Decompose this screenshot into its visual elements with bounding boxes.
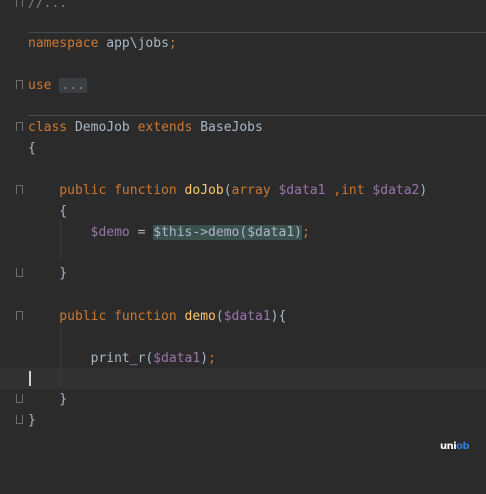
- code-token: ->: [192, 225, 209, 240]
- code-token: use: [28, 78, 60, 93]
- code-text: }: [28, 410, 36, 431]
- code-text: public function doJob(array $data1 ,int …: [28, 180, 427, 201]
- code-token: public function: [28, 309, 185, 324]
- code-text: print_r($data1);: [28, 348, 216, 369]
- code-line[interactable]: $demo = $this->demo($data1);: [0, 222, 486, 243]
- code-token: ): [419, 183, 428, 198]
- code-line[interactable]: }: [0, 263, 486, 284]
- code-text: $demo = $this->demo($data1);: [28, 222, 310, 243]
- code-token: (: [239, 225, 248, 240]
- fold-toggle-icon[interactable]: [16, 311, 23, 320]
- code-token: =: [129, 225, 154, 240]
- code-text: class DemoJob extends BaseJobs: [28, 117, 263, 138]
- code-line[interactable]: print_r($data1);: [0, 348, 486, 369]
- code-token: $data2: [372, 183, 420, 198]
- code-token: array: [231, 183, 279, 198]
- code-token: ;: [168, 36, 177, 51]
- code-line[interactable]: //...: [0, 0, 486, 14]
- code-token: $data1: [153, 351, 201, 366]
- code-line[interactable]: class DemoJob extends BaseJobs: [0, 117, 486, 138]
- fold-toggle-icon[interactable]: [16, 80, 23, 89]
- text-caret: [29, 371, 31, 386]
- code-editor[interactable]: //... namespace app\jobs; use ... class …: [0, 0, 486, 481]
- fold-toggle-icon[interactable]: [16, 415, 23, 424]
- code-line[interactable]: {: [0, 138, 486, 159]
- code-token: $data1: [247, 225, 295, 240]
- code-token: }: [28, 266, 68, 281]
- fold-toggle-icon[interactable]: [16, 268, 23, 277]
- code-token: ;: [208, 351, 216, 366]
- code-token: ){: [270, 309, 287, 324]
- code-text: public function demo($data1){: [28, 306, 286, 327]
- code-line[interactable]: namespace app\jobs;: [0, 33, 486, 54]
- code-token: demo: [184, 309, 216, 324]
- code-line[interactable]: }: [0, 389, 486, 410]
- code-text: {: [28, 201, 67, 222]
- current-line-highlight: [0, 368, 486, 389]
- fold-toggle-icon[interactable]: [16, 185, 23, 194]
- watermark-logo: uniob: [440, 441, 470, 452]
- code-token: ): [200, 351, 209, 366]
- code-text: use ...: [28, 75, 87, 96]
- watermark-text: uni: [440, 441, 457, 452]
- code-token: namespace: [28, 36, 107, 51]
- code-token: app\jobs: [106, 36, 169, 51]
- fold-toggle-icon[interactable]: [16, 394, 23, 403]
- code-token: $demo: [90, 225, 130, 240]
- watermark-accent: ob: [456, 441, 470, 452]
- code-token: (: [223, 183, 232, 198]
- code-line[interactable]: }: [0, 410, 486, 431]
- code-token: ...: [59, 78, 87, 93]
- code-token: }: [28, 413, 36, 428]
- code-token: BaseJobs: [200, 120, 263, 135]
- code-line[interactable]: {: [0, 201, 486, 222]
- code-token: $data1: [223, 309, 271, 324]
- code-token: ,int: [333, 183, 373, 198]
- code-text: namespace app\jobs;: [28, 33, 177, 54]
- code-token: doJob: [184, 183, 224, 198]
- code-token: public function: [28, 183, 185, 198]
- code-token: class: [28, 120, 75, 135]
- code-token: (: [215, 309, 224, 324]
- code-token: extends: [137, 120, 201, 135]
- code-text: }: [28, 389, 67, 410]
- code-text: {: [28, 138, 36, 159]
- fold-toggle-icon[interactable]: [16, 122, 23, 131]
- code-line[interactable]: use ...: [0, 75, 486, 96]
- code-token: ): [294, 225, 302, 240]
- code-token: demo: [208, 225, 240, 240]
- code-token: //...: [28, 0, 68, 11]
- code-token: {: [28, 204, 68, 219]
- code-token: $data1: [278, 183, 334, 198]
- code-token: $this: [153, 225, 193, 240]
- code-token: print_r: [28, 351, 146, 366]
- code-line[interactable]: public function doJob(array $data1 ,int …: [0, 180, 486, 201]
- code-text: //...: [28, 0, 67, 14]
- separator-line: [28, 115, 486, 116]
- code-token: ;: [301, 225, 310, 240]
- fold-toggle-icon[interactable]: [16, 0, 23, 7]
- code-token: DemoJob: [74, 120, 138, 135]
- code-text: }: [28, 263, 67, 284]
- code-token: }: [28, 392, 68, 407]
- code-line[interactable]: public function demo($data1){: [0, 306, 486, 327]
- code-token: {: [28, 141, 36, 156]
